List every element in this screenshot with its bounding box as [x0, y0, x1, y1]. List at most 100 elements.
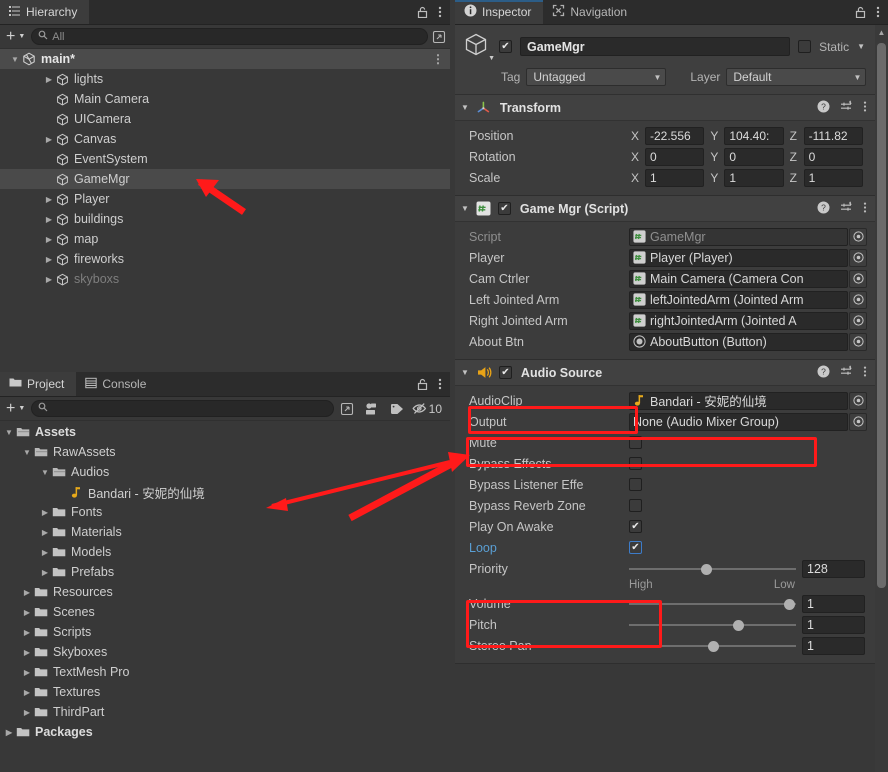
kebab-menu-icon[interactable]	[438, 5, 442, 19]
project-item-assets[interactable]: ▼ Assets	[0, 422, 450, 442]
project-item-skyboxes[interactable]: ▶ Skyboxes	[0, 642, 450, 662]
lock-icon[interactable]	[855, 6, 866, 18]
add-gameobject-button[interactable]: +	[6, 28, 15, 45]
vector3-field-scale[interactable]: X1Y1Z1	[629, 168, 867, 187]
object-field-left-jointed-arm[interactable]: leftJointedArm (Jointed Arm	[629, 290, 848, 309]
component-header[interactable]: ▼ Transform?	[455, 95, 875, 121]
scene-kebab-menu-icon[interactable]: ⋮	[432, 52, 444, 66]
hierarchy-item-skyboxs[interactable]: ▶ skyboxs	[0, 269, 450, 289]
vector3-field-position[interactable]: X -22.556 Y 104.40: Z -111.82	[629, 126, 867, 145]
project-tree[interactable]: ▼ Assets ▼ RawAssets ▼ Audios Bandari - 安妮的仙境 ▶…	[0, 422, 450, 772]
kebab-menu-icon[interactable]	[876, 5, 880, 19]
slider-volume[interactable]	[629, 595, 796, 613]
filter-by-label-icon[interactable]	[386, 403, 408, 415]
object-picker-button[interactable]	[849, 332, 867, 351]
twisty-collapsed-icon[interactable]: ▶	[38, 568, 52, 577]
hierarchy-item-main-[interactable]: ▼ main* ⋮	[0, 49, 450, 69]
input-priority[interactable]: 128	[802, 559, 865, 578]
input-rotation-x[interactable]: 0	[645, 147, 705, 166]
project-item-thirdpart[interactable]: ▶ ThirdPart	[0, 702, 450, 722]
project-item-packages[interactable]: ▶ Packages	[0, 722, 450, 742]
open-in-new-icon[interactable]	[338, 402, 356, 416]
twisty-collapsed-icon[interactable]: ▶	[42, 75, 56, 84]
object-picker-button[interactable]	[849, 412, 867, 431]
twisty-collapsed-icon[interactable]: ▶	[20, 648, 34, 657]
tab-project[interactable]: Project	[0, 372, 77, 396]
tab-console[interactable]: Console	[76, 372, 158, 396]
kebab-menu-icon[interactable]	[438, 377, 442, 391]
twisty-collapsed-icon[interactable]: ▶	[42, 235, 56, 244]
input-scale-x[interactable]: 1	[645, 168, 705, 187]
input-scale-y[interactable]: 1	[724, 168, 784, 187]
lock-icon[interactable]	[417, 6, 428, 18]
kebab-menu-icon[interactable]	[863, 100, 867, 116]
input-stereo-pan[interactable]: 1	[802, 636, 865, 655]
input-rotation-z[interactable]: 0	[803, 147, 863, 166]
create-asset-button[interactable]: +	[6, 400, 15, 417]
input-position-x[interactable]: -22.556	[645, 126, 705, 145]
hierarchy-item-lights[interactable]: ▶ lights	[0, 69, 450, 89]
component-header[interactable]: ▼ Game Mgr (Script)?	[455, 196, 875, 222]
input-rotation-y[interactable]: 0	[724, 147, 784, 166]
chevron-down-icon[interactable]: ▼	[18, 405, 25, 412]
twisty-collapsed-icon[interactable]: ▶	[42, 135, 56, 144]
input-position-y[interactable]: 104.40:	[724, 126, 784, 145]
project-item-prefabs[interactable]: ▶ Prefabs	[0, 562, 450, 582]
twisty-collapsed-icon[interactable]: ▶	[20, 608, 34, 617]
hierarchy-item-canvas[interactable]: ▶ Canvas	[0, 129, 450, 149]
object-picker-button[interactable]	[849, 248, 867, 267]
project-item-textures[interactable]: ▶ Textures	[0, 682, 450, 702]
object-field-about-btn[interactable]: AboutButton (Button)	[629, 332, 848, 351]
object-picker-button[interactable]	[849, 290, 867, 309]
vector3-field-rotation[interactable]: X0Y0Z0	[629, 147, 867, 166]
project-item-rawassets[interactable]: ▼ RawAssets	[0, 442, 450, 462]
hierarchy-item-player[interactable]: ▶ Player	[0, 189, 450, 209]
filter-by-type-icon[interactable]	[360, 402, 382, 416]
twisty-collapsed-icon[interactable]: ▶	[42, 255, 56, 264]
component-foldout-icon[interactable]: ▼	[461, 103, 469, 112]
help-icon[interactable]: ?	[817, 365, 830, 381]
project-item-bandari--------[interactable]: Bandari - 安妮的仙境	[0, 482, 450, 502]
twisty-expanded-icon[interactable]: ▼	[8, 55, 22, 64]
project-search-input[interactable]	[31, 400, 334, 417]
tab-navigation[interactable]: Navigation	[543, 0, 639, 24]
slider-knob[interactable]	[707, 640, 719, 652]
checkbox-loop[interactable]	[629, 541, 642, 554]
object-field-script[interactable]: GameMgr	[629, 227, 848, 246]
scroll-up-arrow-icon[interactable]: ▲	[875, 25, 888, 39]
slider-pitch[interactable]	[629, 616, 796, 634]
slider-knob[interactable]	[732, 619, 744, 631]
tab-inspector[interactable]: Inspector	[455, 0, 544, 24]
hierarchy-item-main-camera[interactable]: Main Camera	[0, 89, 450, 109]
object-field-cam-ctrler[interactable]: Main Camera (Camera Con	[629, 269, 848, 288]
input-position-z[interactable]: -111.82	[803, 126, 863, 145]
slider-knob[interactable]	[700, 563, 712, 575]
hierarchy-item-buildings[interactable]: ▶ buildings	[0, 209, 450, 229]
twisty-collapsed-icon[interactable]: ▶	[38, 528, 52, 537]
chevron-down-icon[interactable]: ▼	[18, 33, 25, 40]
tag-dropdown[interactable]: Untagged ▼	[526, 68, 667, 86]
preset-icon[interactable]	[840, 365, 853, 381]
input-volume[interactable]: 1	[802, 594, 865, 613]
open-in-new-icon[interactable]	[432, 30, 446, 44]
help-icon[interactable]: ?	[817, 100, 830, 116]
static-dropdown-chevron-down-icon[interactable]: ▼	[857, 42, 867, 51]
hierarchy-tree[interactable]: ▼ main* ⋮ ▶ lights Main Camera UICamera ▶ Canvas…	[0, 49, 450, 372]
slider-stereo-pan[interactable]	[629, 637, 796, 655]
kebab-menu-icon[interactable]	[863, 201, 867, 217]
project-item-scenes[interactable]: ▶ Scenes	[0, 602, 450, 622]
object-field-right-jointed-arm[interactable]: rightJointedArm (Jointed A	[629, 311, 848, 330]
tab-hierarchy[interactable]: Hierarchy	[0, 0, 90, 24]
hidden-packages-icon[interactable]: 10	[412, 402, 446, 416]
inspector-scrollbar-thumb[interactable]	[877, 43, 886, 588]
component-enabled-checkbox[interactable]	[498, 366, 512, 379]
hierarchy-item-uicamera[interactable]: UICamera	[0, 109, 450, 129]
checkbox-bypass-reverb-zone[interactable]	[629, 499, 642, 512]
component-foldout-icon[interactable]: ▼	[461, 368, 469, 377]
twisty-collapsed-icon[interactable]: ▶	[38, 508, 52, 517]
twisty-expanded-icon[interactable]: ▼	[38, 468, 52, 477]
kebab-menu-icon[interactable]	[863, 365, 867, 381]
project-item-scripts[interactable]: ▶ Scripts	[0, 622, 450, 642]
twisty-collapsed-icon[interactable]: ▶	[20, 668, 34, 677]
component-header[interactable]: ▼ Audio Source?	[455, 360, 875, 386]
